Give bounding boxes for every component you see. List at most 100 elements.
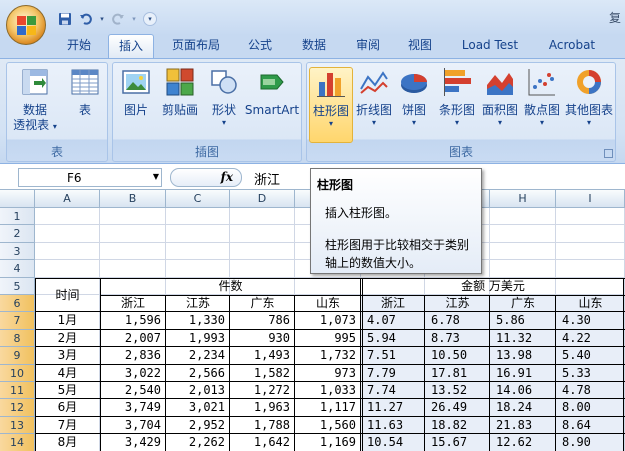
- count-cell[interactable]: 1,582: [230, 365, 290, 382]
- column-header-d[interactable]: D: [230, 190, 295, 208]
- area-chart-button[interactable]: 面积图 ▾: [479, 67, 521, 127]
- row-header-2[interactable]: 2: [0, 225, 35, 243]
- amount-cell[interactable]: 11.63: [367, 417, 423, 434]
- row-header-11[interactable]: 11: [0, 382, 35, 400]
- column-header-h[interactable]: H: [490, 190, 556, 208]
- count-cell[interactable]: 1,033: [295, 382, 356, 399]
- row-header-12[interactable]: 12: [0, 399, 35, 417]
- tab-acrobat[interactable]: Acrobat: [540, 34, 604, 58]
- amount-cell[interactable]: 8.90: [562, 434, 623, 451]
- tab-home[interactable]: 开始: [56, 34, 102, 58]
- amount-cell[interactable]: 16.91: [496, 365, 554, 382]
- tab-view[interactable]: 视图: [400, 34, 440, 58]
- row-header-8[interactable]: 8: [0, 329, 35, 348]
- undo-icon[interactable]: [77, 10, 95, 28]
- tab-review[interactable]: 审阅: [348, 34, 388, 58]
- amount-cell[interactable]: 10.50: [431, 347, 488, 364]
- count-cell[interactable]: 3,022: [100, 365, 161, 382]
- count-cell[interactable]: 2,952: [166, 417, 225, 434]
- tab-data[interactable]: 数据: [294, 34, 334, 58]
- customize-qat-icon[interactable]: ▾: [143, 12, 157, 26]
- amount-cell[interactable]: 12.62: [496, 434, 554, 451]
- count-cell[interactable]: 2,262: [166, 434, 225, 451]
- row-header-7[interactable]: 7: [0, 312, 35, 330]
- clipart-button[interactable]: 剪贴画: [157, 67, 203, 118]
- row-header-5[interactable]: 5: [0, 277, 35, 295]
- count-cell[interactable]: 2,234: [166, 347, 225, 364]
- name-box[interactable]: F6 ▼: [18, 168, 162, 187]
- name-box-dropdown-icon[interactable]: ▼: [153, 172, 159, 181]
- amount-cell[interactable]: 4.07: [367, 312, 423, 329]
- redo-icon[interactable]: [109, 10, 127, 28]
- amount-cell[interactable]: 13.98: [496, 347, 554, 364]
- count-cell[interactable]: 1,493: [230, 347, 290, 364]
- row-header-4[interactable]: 4: [0, 260, 35, 278]
- count-cell[interactable]: 2,013: [166, 382, 225, 399]
- amount-cell[interactable]: 5.40: [562, 347, 623, 364]
- count-cell[interactable]: 2,007: [100, 330, 161, 347]
- amount-cell[interactable]: 7.74: [367, 382, 423, 399]
- count-cell[interactable]: 3,749: [100, 399, 161, 416]
- count-cell[interactable]: 1,272: [230, 382, 290, 399]
- row-header-14[interactable]: 14: [0, 434, 35, 451]
- tab-insert[interactable]: 插入: [108, 34, 154, 59]
- smartart-button[interactable]: SmartArt: [243, 67, 301, 118]
- month-cell[interactable]: 2月: [35, 330, 100, 347]
- line-chart-button[interactable]: 折线图 ▾: [353, 67, 395, 127]
- amount-cell[interactable]: 4.30: [562, 312, 623, 329]
- pivot-table-button[interactable]: 数据 透视表 ▾: [11, 67, 59, 134]
- amount-cell[interactable]: 11.27: [367, 399, 423, 416]
- save-icon[interactable]: [56, 10, 74, 28]
- amount-cell[interactable]: 5.94: [367, 330, 423, 347]
- redo-dropdown-icon[interactable]: ▾: [130, 10, 138, 28]
- count-cell[interactable]: 1,073: [295, 312, 356, 329]
- select-all-corner[interactable]: [0, 190, 35, 208]
- amount-cell[interactable]: 13.52: [431, 382, 488, 399]
- count-cell[interactable]: 2,540: [100, 382, 161, 399]
- amount-cell[interactable]: 7.79: [367, 365, 423, 382]
- amount-cell[interactable]: 8.73: [431, 330, 488, 347]
- tab-page-layout[interactable]: 页面布局: [164, 34, 228, 58]
- formula-input[interactable]: 浙江: [254, 169, 280, 188]
- month-cell[interactable]: 4月: [35, 365, 100, 382]
- amount-cell[interactable]: 5.33: [562, 365, 623, 382]
- count-cell[interactable]: 973: [295, 365, 356, 382]
- amount-cell[interactable]: 4.22: [562, 330, 623, 347]
- amount-cell[interactable]: 8.64: [562, 417, 623, 434]
- formula-function-pill[interactable]: fx: [170, 168, 242, 187]
- shapes-button[interactable]: 形状 ▾: [205, 67, 243, 127]
- month-cell[interactable]: 5月: [35, 382, 100, 399]
- amount-cell[interactable]: 15.67: [431, 434, 488, 451]
- column-header-c[interactable]: C: [166, 190, 230, 208]
- amount-cell[interactable]: 8.00: [562, 399, 623, 416]
- table-button[interactable]: 表: [65, 67, 105, 118]
- office-button[interactable]: [6, 5, 46, 45]
- row-header-6[interactable]: 6: [0, 295, 35, 313]
- month-cell[interactable]: 1月: [35, 312, 100, 329]
- amount-cell[interactable]: 5.86: [496, 312, 554, 329]
- count-cell[interactable]: 3,429: [100, 434, 161, 451]
- count-cell[interactable]: 1,993: [166, 330, 225, 347]
- amount-cell[interactable]: 4.78: [562, 382, 623, 399]
- count-cell[interactable]: 1,330: [166, 312, 225, 329]
- month-cell[interactable]: 6月: [35, 399, 100, 416]
- count-cell[interactable]: 1,560: [295, 417, 356, 434]
- count-cell[interactable]: 786: [230, 312, 290, 329]
- count-cell[interactable]: 1,963: [230, 399, 290, 416]
- scatter-chart-button[interactable]: 散点图 ▾: [521, 67, 563, 127]
- count-cell[interactable]: 1,732: [295, 347, 356, 364]
- amount-cell[interactable]: 10.54: [367, 434, 423, 451]
- pie-chart-button[interactable]: 饼图 ▾: [395, 67, 433, 127]
- month-cell[interactable]: 3月: [35, 347, 100, 364]
- amount-cell[interactable]: 18.24: [496, 399, 554, 416]
- amount-cell[interactable]: 7.51: [367, 347, 423, 364]
- insert-function-icon[interactable]: fx: [221, 170, 233, 184]
- amount-cell[interactable]: 21.83: [496, 417, 554, 434]
- column-header-b[interactable]: B: [100, 190, 166, 208]
- charts-dialog-launcher-icon[interactable]: [604, 149, 613, 158]
- row-header-13[interactable]: 13: [0, 416, 35, 435]
- column-chart-button[interactable]: 柱形图 ▾: [309, 67, 353, 143]
- amount-cell[interactable]: 14.06: [496, 382, 554, 399]
- month-cell[interactable]: 8月: [35, 434, 100, 451]
- amount-cell[interactable]: 18.82: [431, 417, 488, 434]
